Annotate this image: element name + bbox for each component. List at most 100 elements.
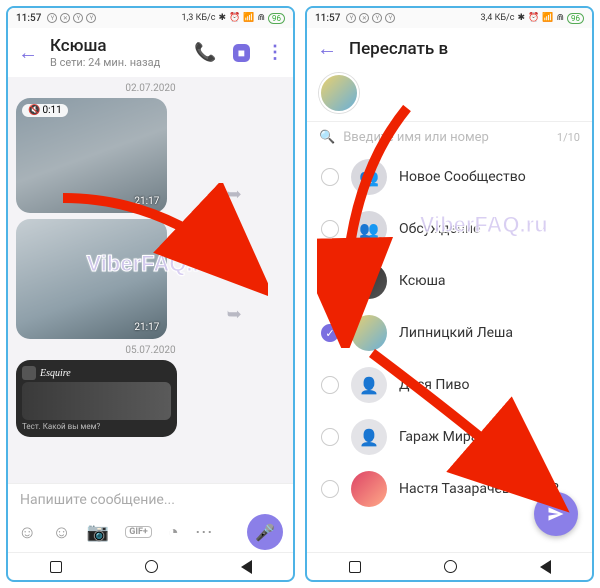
back-icon[interactable]: ← [18,40,38,65]
emoji-icon[interactable]: ☺ [52,522,70,543]
mic-button[interactable]: 🎤 [247,514,283,550]
contact-avatar [351,315,387,351]
wifi-icon: ⋒ [257,13,265,23]
android-navbar [8,552,293,580]
source-name: Esquire [40,368,71,379]
bluetooth-icon: ✱ [517,13,525,23]
forward-header: ← Переслать в [307,28,592,69]
contact-name: Деся Пиво [399,377,470,393]
selected-recipients [307,69,592,121]
contact-avatar-placeholder: 👤 [351,367,387,403]
status-icon: Y [47,13,57,23]
contact-row[interactable]: 👤 Деся Пиво [307,359,592,411]
last-seen: В сети: 24 мин. назад [50,56,182,69]
search-icon: 🔍 [319,130,335,145]
send-icon [546,504,566,524]
video-duration: 0:11 [42,105,61,116]
forward-icon[interactable]: ➥ [227,184,242,205]
source-avatar [22,366,36,380]
recents-icon[interactable] [349,561,361,573]
divider [307,121,592,122]
video-call-icon[interactable]: ■ [233,44,250,62]
send-button[interactable] [534,492,578,536]
gif-icon[interactable]: GIF+ [125,526,152,538]
back-nav-icon[interactable] [540,560,551,574]
sticker-icon[interactable]: ☺ [18,522,36,543]
select-radio[interactable] [321,428,339,446]
signal-icon: 📶 [542,13,553,23]
net-speed: 3,4 КБ/с [480,13,514,23]
message-time: 21:17 [134,196,159,207]
preview-caption: Тест. Какой вы мем? [22,422,171,431]
contact-row[interactable]: 👤 Гараж Мира [307,411,592,463]
chat-body[interactable]: 02.07.2020 🔇 0:11 21:17 ➥ 21:17 ➥ 05.07.… [8,77,293,483]
message-time: 21:17 [134,322,159,333]
speaker-muted-icon: 🔇 [28,105,40,116]
contact-avatar-placeholder: 👤 [351,419,387,455]
bluetooth-icon: ✱ [218,13,226,23]
home-icon[interactable] [145,560,158,573]
compose-bar: Напишите сообщение... ☺ ☺ 📷 GIF+ ◔ ⋯ 🎤 [8,483,293,552]
status-icon: ✕ [359,13,369,23]
status-icon: ✕ [60,13,70,23]
more-icon[interactable]: ⋮ [266,42,283,63]
contact-row[interactable]: Ксюша [307,255,592,307]
contact-row[interactable]: 👥 Обсуждение [307,203,592,255]
contact-name: Обсуждение [399,221,481,237]
select-radio[interactable] [321,376,339,394]
status-icon: Y [86,13,96,23]
contact-name: Новое Сообщество [399,169,526,185]
signal-icon: 📶 [243,13,254,23]
battery-badge: 96 [268,13,285,24]
net-speed: 1,3 КБ/с [181,13,215,23]
selected-avatar[interactable] [319,73,359,113]
contact-avatar [351,471,387,507]
select-radio[interactable] [321,272,339,290]
select-radio[interactable] [321,480,339,498]
alarm-icon: ⏰ [229,13,240,23]
back-nav-icon[interactable] [241,560,252,574]
chat-title[interactable]: Ксюша [50,36,182,56]
home-icon[interactable] [444,560,457,573]
timer-icon[interactable]: ◔ [168,522,179,543]
contact-name: Липницкий Леша [399,325,513,341]
camera-icon[interactable]: 📷 [87,522,109,543]
search-placeholder: Введите имя или номер [343,130,549,145]
status-bar: 11:57 Y ✕ Y Y 3,4 КБ/с ✱ ⏰ 📶 ⋒ 96 [307,8,592,28]
message-input[interactable]: Напишите сообщение... [16,490,285,514]
call-icon[interactable]: 📞 [194,42,216,63]
video-message[interactable]: 21:17 [16,219,167,339]
select-radio-checked[interactable]: ✓ [321,324,339,342]
wifi-icon: ⋒ [556,13,564,23]
clock: 11:57 [315,13,340,24]
select-radio[interactable] [321,168,339,186]
group-avatar-icon: 👥 [351,159,387,195]
contact-name: Настя Тазарачева Теле2 [399,481,559,497]
search-row[interactable]: 🔍 Введите имя или номер 1/10 [307,124,592,151]
selection-count: 1/10 [557,131,580,144]
contact-avatar [351,263,387,299]
more-compose-icon[interactable]: ⋯ [195,522,213,543]
video-message[interactable]: 🔇 0:11 21:17 [16,98,167,213]
recents-icon[interactable] [50,561,62,573]
screen-title: Переслать в [349,39,582,59]
contact-name: Ксюша [399,273,446,289]
link-preview-message[interactable]: Esquire Тест. Какой вы мем? [16,360,177,437]
mute-badge: 🔇 0:11 [22,104,68,117]
date-separator: 05.07.2020 [16,345,285,356]
status-bar: 11:57 Y ✕ Y Y 1,3 КБ/с ✱ ⏰ 📶 ⋒ 96 [8,8,293,28]
select-radio[interactable] [321,220,339,238]
alarm-icon: ⏰ [528,13,539,23]
contact-row[interactable]: ✓ Липницкий Леша [307,307,592,359]
back-icon[interactable]: ← [317,36,337,61]
contact-row[interactable]: 👥 Новое Сообщество [307,151,592,203]
group-avatar-icon: 👥 [351,211,387,247]
status-icon: Y [73,13,83,23]
status-icon: Y [372,13,382,23]
clock: 11:57 [16,13,41,24]
date-separator: 02.07.2020 [16,83,285,94]
chat-screen: 11:57 Y ✕ Y Y 1,3 КБ/с ✱ ⏰ 📶 ⋒ 96 ← Ксюш… [6,6,295,582]
status-icon: Y [346,13,356,23]
forward-icon[interactable]: ➥ [227,304,242,325]
status-icon: Y [385,13,395,23]
